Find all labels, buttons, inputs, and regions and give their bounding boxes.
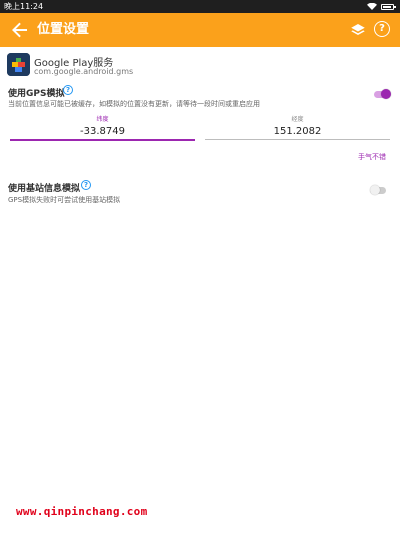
status-time: 晚上11:24 — [4, 2, 44, 11]
watermark: www.qinpinchang.com — [16, 505, 148, 518]
app-info: Google Play服务 com.google.android.gms — [7, 53, 207, 81]
wifi-icon — [367, 3, 377, 10]
longitude-input[interactable] — [205, 124, 390, 138]
page-title: 位置设置 — [37, 22, 90, 37]
cell-mock-help-icon[interactable]: ? — [81, 180, 91, 190]
gps-mock-help-icon[interactable]: ? — [63, 85, 73, 95]
latitude-label: 纬度 — [96, 116, 109, 123]
latitude-input[interactable] — [10, 124, 195, 138]
gps-mock-description: 当前位置信息可能已被缓存，如模拟的位置没有更新，请等待一段时间或重启应用 — [8, 100, 260, 108]
battery-icon — [381, 3, 396, 10]
help-circle-icon[interactable]: ? — [374, 21, 390, 37]
status-bar: 晚上11:24 — [0, 0, 400, 13]
gps-mock-toggle[interactable] — [374, 89, 391, 99]
gps-mock-title: 使用GPS模拟 — [8, 89, 65, 99]
app-package: com.google.android.gms — [34, 67, 134, 76]
latitude-underline — [10, 139, 195, 141]
cell-mock-description: GPS模拟失败时可尝试使用基站模拟 — [8, 196, 121, 204]
cell-mock-title: 使用基站信息模拟 — [8, 184, 81, 194]
feeling-lucky-button[interactable]: 手气不错 — [358, 152, 386, 162]
cell-mock-toggle-thumb — [370, 185, 380, 195]
gps-mock-toggle-thumb — [381, 89, 391, 99]
longitude-underline — [205, 139, 390, 140]
back-arrow-icon[interactable] — [8, 18, 32, 42]
app-bar: 位置设置 ? — [0, 13, 400, 47]
layers-icon[interactable] — [349, 21, 367, 39]
longitude-label: 经度 — [291, 116, 304, 123]
cell-mock-toggle[interactable] — [370, 185, 386, 195]
google-play-services-icon — [7, 53, 30, 76]
status-icons — [367, 0, 396, 13]
